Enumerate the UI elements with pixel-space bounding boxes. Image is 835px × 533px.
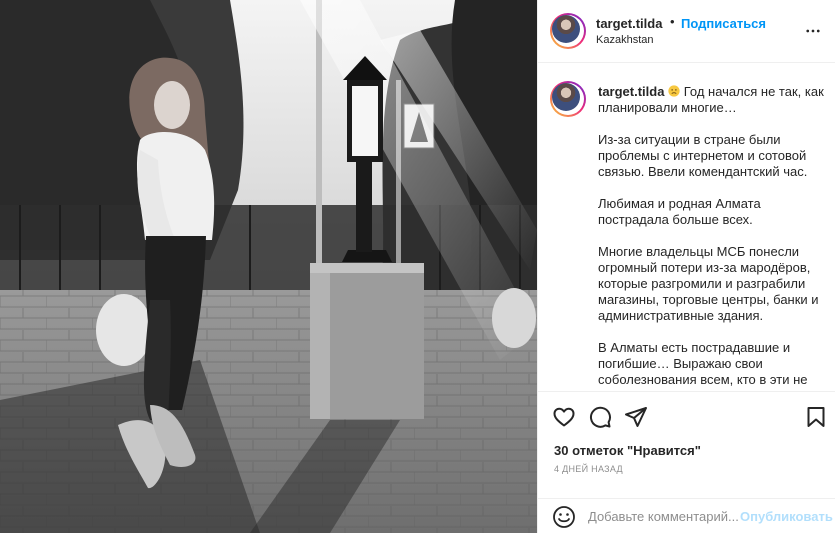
slightly-frowning-face-icon [668,85,680,97]
caption-text: target.tilda Год начался не так, как пла… [598,84,826,388]
follow-button[interactable]: Подписаться [681,16,766,31]
photo-illustration [0,0,537,533]
separator-dot: • [670,14,675,29]
comment-icon[interactable] [588,405,612,429]
caption-paragraph: Из-за ситуации в стране были проблемы с … [598,132,808,179]
share-icon[interactable] [624,405,648,429]
location-link[interactable]: Kazakhstan [596,34,653,46]
post-photo[interactable] [0,0,537,533]
post-header: target.tilda • Подписаться Kazakhstan [538,0,835,63]
username-link[interactable]: target.tilda [596,16,662,31]
comment-input[interactable] [588,509,738,524]
caption-username-link[interactable]: target.tilda [598,84,664,99]
post-side-panel: target.tilda • Подписаться Kazakhstan ta… [537,0,835,533]
caption-paragraph: Многие владельцы МСБ понесли огромный по… [598,244,819,323]
likes-count[interactable]: 30 отметок "Нравится" [554,443,701,458]
comment-bar: Опубликовать [538,498,835,533]
avatar-image [552,83,580,111]
heart-icon[interactable] [552,405,576,429]
post-timestamp[interactable]: 4 ДНЕЙ НАЗАД [554,464,623,474]
avatar-image [552,15,580,43]
publish-button[interactable]: Опубликовать [740,509,833,524]
avatar[interactable] [550,13,586,49]
bookmark-icon[interactable] [804,405,828,429]
caption-paragraph: Любимая и родная Алмата пострадала больш… [598,196,761,227]
more-options-icon[interactable] [804,22,822,40]
post-actions: 30 отметок "Нравится" 4 ДНЕЙ НАЗАД [538,391,835,498]
caption-paragraph: В Алматы есть пострадавшие и погибшие… В… [598,340,808,387]
emoji-picker-icon[interactable] [552,505,576,529]
caption-avatar[interactable] [550,81,586,117]
caption-area: target.tilda Год начался не так, как пла… [538,64,835,391]
instagram-post: target.tilda • Подписаться Kazakhstan ta… [0,0,835,533]
